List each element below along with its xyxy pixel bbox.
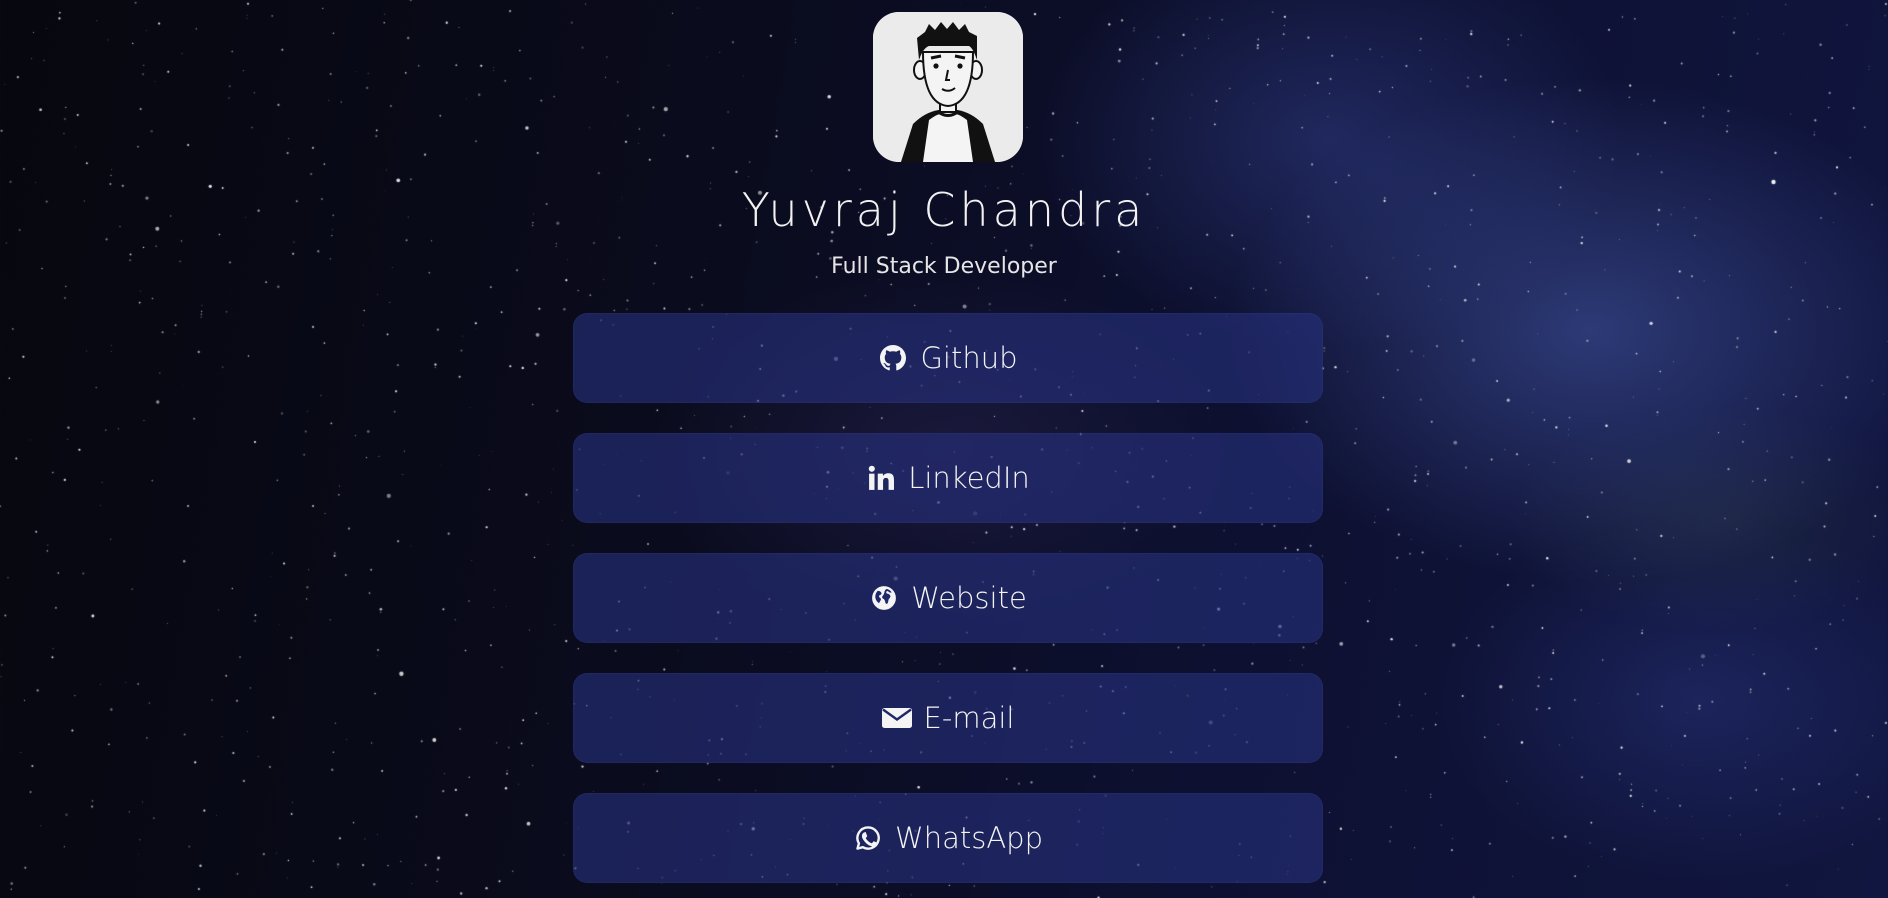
whatsapp-button[interactable]: WhatsApp	[573, 793, 1323, 883]
link-list: Github LinkedIn Website E-mail WhatsApp	[573, 313, 1323, 898]
linkedin-label: LinkedIn	[908, 461, 1030, 495]
whatsapp-label: WhatsApp	[895, 821, 1043, 855]
envelope-icon	[881, 703, 912, 733]
linkedin-button[interactable]: LinkedIn	[573, 433, 1323, 523]
globe-icon	[869, 583, 899, 613]
github-label: Github	[920, 341, 1018, 375]
avatar	[873, 12, 1023, 162]
profile-name: Yuvraj Chandra	[741, 183, 1147, 237]
email-label: E-mail	[923, 701, 1015, 735]
cartoon-avatar-icon	[873, 12, 1023, 162]
linkedin-icon	[866, 463, 896, 493]
website-button[interactable]: Website	[573, 553, 1323, 643]
github-icon	[878, 343, 908, 373]
email-button[interactable]: E-mail	[573, 673, 1323, 763]
profile-role: Full Stack Developer	[831, 254, 1057, 279]
whatsapp-icon	[853, 823, 883, 853]
github-button[interactable]: Github	[573, 313, 1323, 403]
website-label: Website	[911, 581, 1027, 615]
